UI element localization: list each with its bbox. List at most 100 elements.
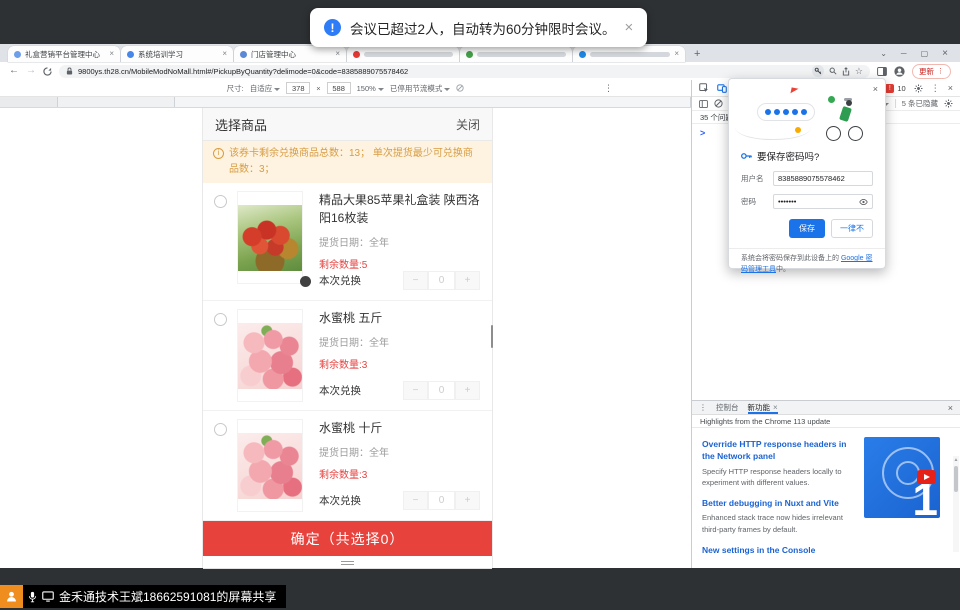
screen-share-bar: 金禾通技术王斌18662591081的屏幕共享	[0, 585, 286, 608]
ruler-segment[interactable]	[58, 97, 175, 107]
plus-button[interactable]: +	[455, 491, 480, 510]
device-zoom-select[interactable]: 150%	[357, 84, 384, 93]
tab-obscured-3[interactable]: ×	[573, 46, 685, 62]
tab-close-icon[interactable]: ×	[335, 50, 340, 58]
devtools-settings-icon[interactable]	[914, 84, 923, 93]
minus-button[interactable]: −	[403, 491, 428, 510]
forward-icon[interactable]: →	[26, 66, 36, 76]
device-throttle-select[interactable]: 已停用节流模式	[390, 83, 451, 94]
reload-icon[interactable]	[43, 67, 52, 76]
drawer-close-icon[interactable]: ×	[948, 403, 953, 413]
zoom-icon[interactable]	[829, 67, 837, 75]
drag-handle[interactable]	[203, 556, 492, 570]
tab-training[interactable]: 系统培训学习 ×	[121, 46, 233, 62]
key-icon	[741, 152, 752, 160]
tab-whats-new[interactable]: 新功能 ×	[748, 401, 778, 414]
peach-photo	[238, 323, 302, 389]
browser-menu-icon[interactable]: ⋮	[937, 67, 944, 75]
never-button[interactable]: 一律不	[831, 219, 873, 238]
tab-close-icon[interactable]: ×	[109, 50, 114, 58]
tab-search-icon[interactable]: ⌄	[880, 49, 887, 58]
product-radio[interactable]	[214, 195, 227, 208]
quantity-stepper: − 0 +	[403, 271, 480, 290]
console-sidebar-icon[interactable]	[699, 100, 708, 108]
info-icon: !	[324, 19, 341, 36]
plus-button[interactable]: +	[455, 381, 480, 400]
back-icon[interactable]: ←	[9, 66, 19, 76]
tab-close-icon[interactable]: ×	[674, 50, 679, 58]
dimensions-label: 尺寸:	[227, 83, 244, 94]
tab-close-icon[interactable]: ×	[222, 50, 227, 58]
minus-button[interactable]: −	[403, 271, 428, 290]
password-field[interactable]: •••••••	[773, 194, 873, 209]
tab-gift-platform[interactable]: 礼盒营销平台管理中心 ×	[8, 46, 120, 62]
whatsnew-item-title[interactable]: Better debugging in Nuxt and Vite	[702, 497, 860, 509]
whatsnew-video-thumbnail[interactable]: 1	[864, 437, 940, 518]
youtube-play-icon[interactable]	[917, 470, 936, 484]
ruler-segment[interactable]	[0, 97, 58, 107]
side-panel-icon[interactable]	[877, 67, 887, 76]
show-password-eye-icon[interactable]	[859, 199, 868, 205]
confirm-button[interactable]: 确定（共选择0）	[203, 521, 492, 556]
drawer-scrollbar[interactable]: ▲	[953, 456, 959, 552]
product-info: 水蜜桃 五斤 提货日期：全年 剩余数量:3 本次兑换 − 0 +	[319, 309, 480, 402]
lock-icon[interactable]	[66, 67, 73, 75]
devtools-menu-icon[interactable]: ⋮	[931, 83, 940, 94]
bookmark-star-icon[interactable]: ☆	[855, 66, 863, 77]
device-fit-select[interactable]: 自适应	[250, 83, 281, 94]
minus-button[interactable]: −	[403, 381, 428, 400]
tab-close-icon[interactable]: ×	[773, 404, 778, 412]
save-button[interactable]: 保存	[789, 219, 825, 238]
dialog-footer: 系统会将密码保存到此设备上的 Google 密码管理工具中。	[729, 248, 885, 276]
maximize-button[interactable]: ▢	[921, 49, 929, 58]
minimize-button[interactable]: ─	[901, 49, 907, 58]
drawer-menu-icon[interactable]: ⋮	[699, 403, 707, 412]
remote-cursor	[300, 276, 311, 287]
quantity-value[interactable]: 0	[428, 271, 455, 290]
scrollbar-thumb[interactable]	[954, 466, 958, 492]
exchange-label: 本次兑换	[319, 493, 361, 508]
inspect-element-icon[interactable]	[699, 83, 709, 93]
product-radio[interactable]	[214, 423, 227, 436]
console-error-badge[interactable]: ! 10	[885, 84, 905, 93]
device-height-input[interactable]: 588	[327, 82, 351, 94]
tab-obscured-2[interactable]	[460, 46, 572, 62]
quantity-value[interactable]: 0	[428, 491, 455, 510]
decorative-dot	[828, 96, 835, 103]
quantity-value[interactable]: 0	[428, 381, 455, 400]
password-key-icon[interactable]	[812, 65, 824, 77]
scroll-up-arrow[interactable]: ▲	[953, 457, 959, 463]
ruler-segment[interactable]	[175, 97, 691, 107]
clear-console-icon[interactable]	[714, 99, 723, 108]
device-toolbar-toggle-icon[interactable]	[717, 83, 727, 93]
console-settings-icon[interactable]	[944, 99, 953, 108]
product-row: 精品大果85苹果礼盒装 陕西洛阳16枚装 提货日期：全年 剩余数量:5 本次兑换…	[203, 183, 492, 301]
toast-close-icon[interactable]: ×	[625, 19, 634, 36]
device-toolbar-more-icon[interactable]: ⋮	[604, 83, 613, 94]
devtools-close-icon[interactable]: ×	[948, 83, 953, 93]
whatsnew-item-title[interactable]: Override HTTP response headers in the Ne…	[702, 438, 860, 463]
product-title: 水蜜桃 五斤	[319, 309, 480, 327]
device-width-input[interactable]: 378	[286, 82, 310, 94]
whatsnew-item-desc: Specify HTTP response headers locally to…	[702, 466, 852, 489]
close-window-button[interactable]: ×	[942, 48, 948, 59]
page-scrollbar[interactable]	[491, 325, 494, 348]
chrome-update-chip[interactable]: 更新 ⋮	[912, 64, 951, 79]
tab-console-drawer[interactable]: 控制台	[716, 401, 739, 414]
plus-button[interactable]: +	[455, 271, 480, 290]
tab-obscured-1[interactable]	[347, 46, 459, 62]
username-field[interactable]: 8385889075578462	[773, 171, 873, 186]
new-tab-button[interactable]: +	[694, 48, 700, 60]
tab-store-admin[interactable]: 门店管理中心 ×	[234, 46, 346, 62]
url-text[interactable]: 9800ys.th28.cn/MobileModNoMall.html#/Pic…	[78, 67, 807, 76]
product-radio[interactable]	[214, 313, 227, 326]
device-toolbar: 尺寸: 自适应 378 × 588 150% 已停用节流模式 ⋮	[0, 80, 691, 97]
devtools-drawer: ⋮ 控制台 新功能 × × Highlights from the Chrome…	[692, 400, 960, 568]
screen-icon	[42, 591, 54, 602]
share-icon[interactable]	[842, 67, 850, 76]
exchange-label: 本次兑换	[319, 383, 361, 398]
profile-avatar-icon[interactable]	[894, 66, 905, 77]
close-link[interactable]: 关闭	[456, 116, 480, 133]
omnibox[interactable]: 9800ys.th28.cn/MobileModNoMall.html#/Pic…	[59, 65, 870, 78]
whatsnew-item-title[interactable]: New settings in the Console	[702, 544, 860, 556]
